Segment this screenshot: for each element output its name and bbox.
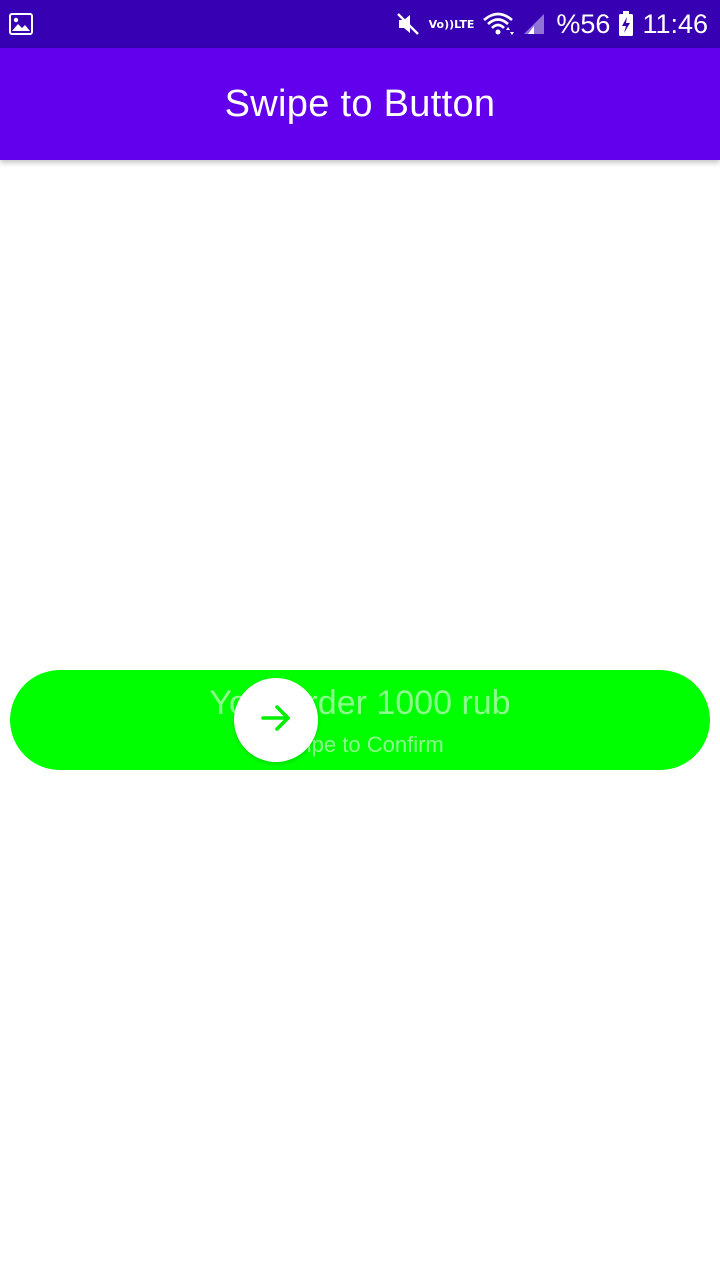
status-icons: Vo)) LTE %56 11:46 <box>387 0 708 48</box>
cell-signal-icon <box>522 12 546 36</box>
swipe-button-subtitle: Swipe to Confirm <box>276 732 444 757</box>
swipe-thumb-handle[interactable] <box>234 678 318 762</box>
page-title: Swipe to Button <box>224 82 496 125</box>
status-bar: Vo)) LTE %56 11:46 <box>0 0 720 48</box>
volte-icon: Vo)) LTE <box>429 19 475 30</box>
app-bar: Swipe to Button <box>0 48 720 160</box>
volte-top-text: Vo)) <box>428 17 455 31</box>
swipe-button-title: Your order 1000 rub <box>209 684 511 722</box>
clock: 11:46 <box>642 9 708 39</box>
mute-icon <box>395 11 421 37</box>
wifi-icon <box>482 11 515 37</box>
battery-percent: %56 <box>556 9 611 39</box>
gallery-notification-icon <box>9 13 33 35</box>
volte-bottom-text: LTE <box>454 17 475 31</box>
battery-charging-icon <box>618 11 634 37</box>
swipe-button-track[interactable]: Your order 1000 rub Swipe to Confirm <box>10 670 710 770</box>
arrow-right-icon <box>256 698 296 743</box>
